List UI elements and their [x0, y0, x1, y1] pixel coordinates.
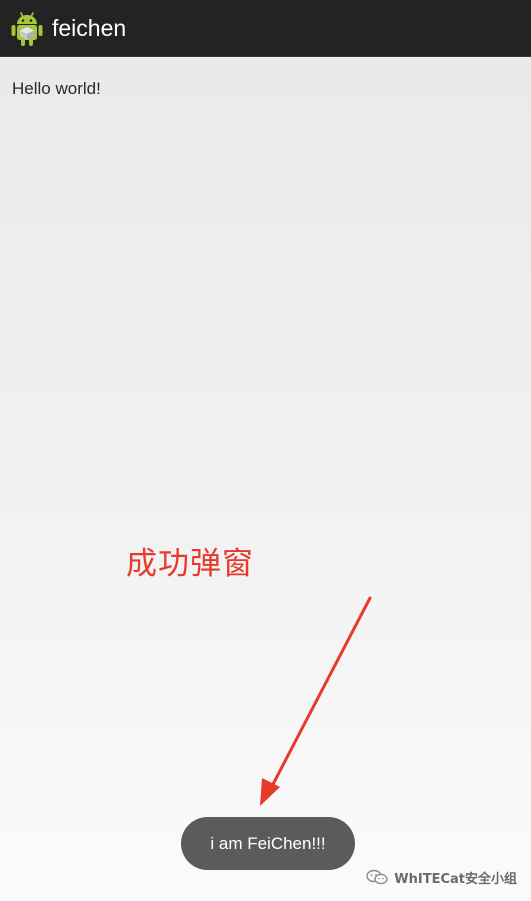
android-robot-icon [11, 12, 43, 46]
watermark: WhITECat安全小组 [366, 864, 517, 890]
wechat-icon [366, 869, 388, 885]
hello-world-text: Hello world! [12, 79, 101, 98]
watermark-text: WhITECat安全小组 [394, 871, 517, 887]
toast-message: i am FeiChen!!! [181, 817, 355, 870]
app-title: feichen [52, 15, 127, 41]
action-bar: feichen [0, 0, 531, 57]
red-arrow-icon [260, 596, 372, 806]
annotation-label: 成功弹窗 [126, 546, 254, 582]
